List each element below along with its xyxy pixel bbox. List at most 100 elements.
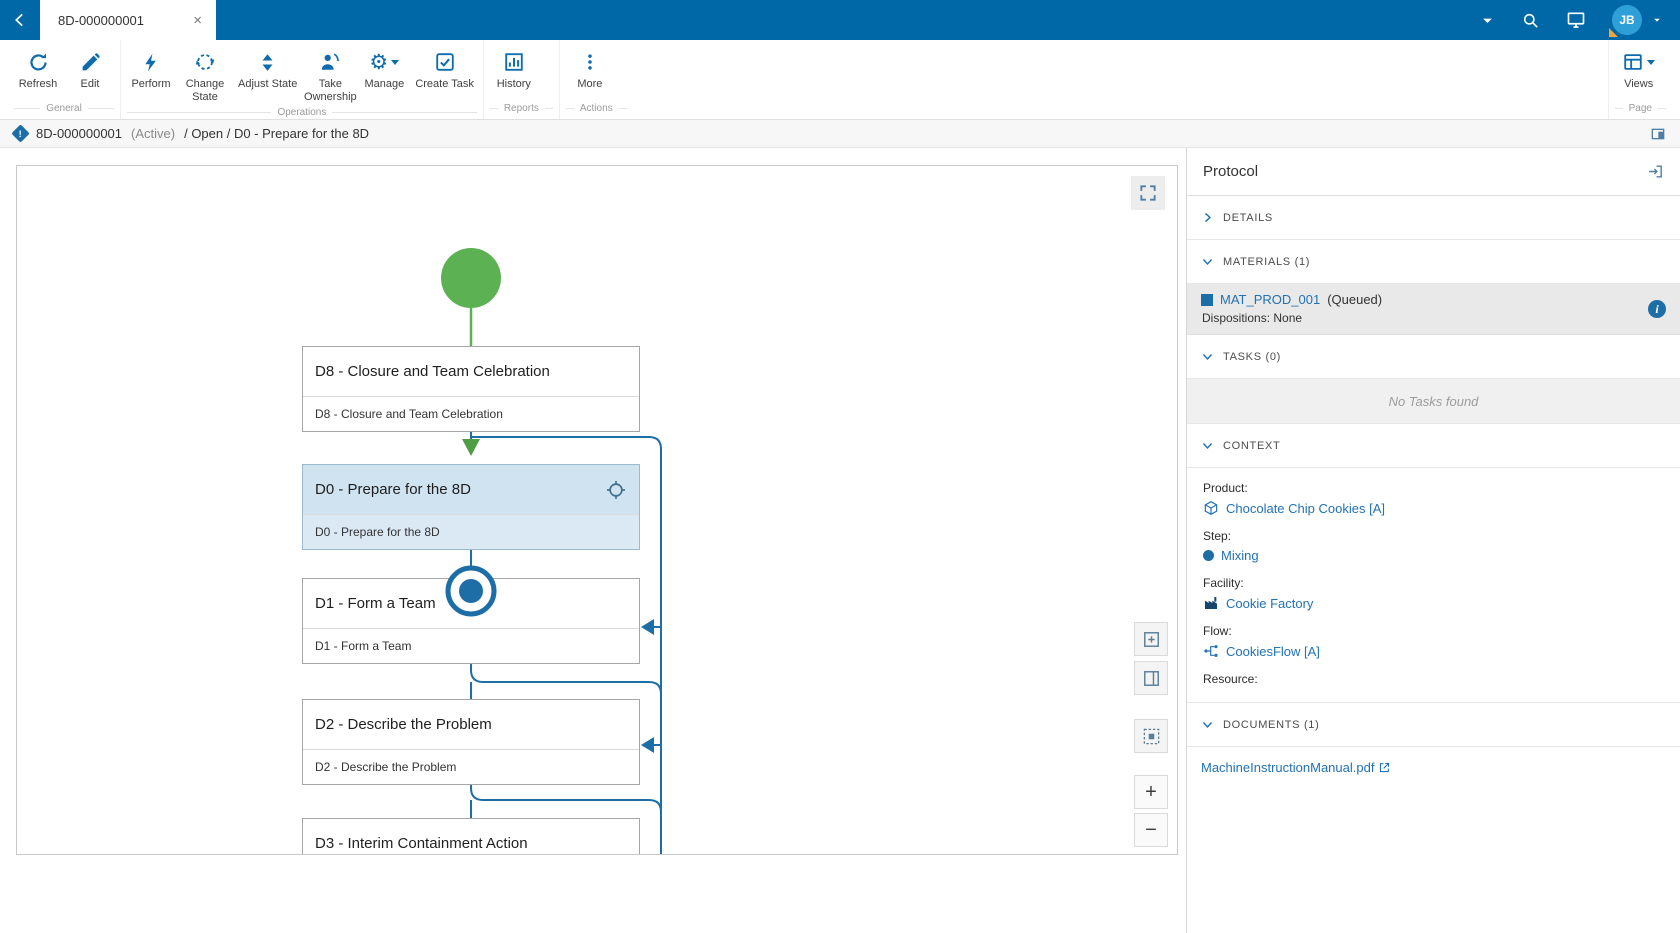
- chevron-down-icon: [1201, 439, 1214, 452]
- toolbar-group-label-general: General: [8, 101, 120, 119]
- material-link[interactable]: MAT_PROD_001: [1220, 292, 1320, 307]
- flow-node-d2[interactable]: D2 - Describe the Problem D2 - Describe …: [302, 699, 640, 785]
- avatar[interactable]: JB: [1612, 5, 1642, 35]
- fit-width-icon: [1142, 630, 1161, 649]
- toolbar-group-operations: Perform Change State Adjust State Take O…: [120, 40, 483, 119]
- flow-link[interactable]: CookiesFlow [A]: [1226, 644, 1320, 659]
- section-context-header[interactable]: CONTEXT: [1187, 424, 1680, 468]
- canvas-area: D8 - Closure and Team Celebration D8 - C…: [0, 148, 1186, 933]
- more-dots-icon: [580, 49, 600, 75]
- node-title: D2 - Describe the Problem: [315, 716, 492, 733]
- monitor-icon[interactable]: [1566, 10, 1586, 30]
- open-in-window-icon[interactable]: [1647, 163, 1664, 180]
- chevron-down-icon: [1201, 718, 1214, 731]
- node-title: D3 - Interim Containment Action: [315, 835, 528, 852]
- material-swatch-icon: [1201, 294, 1213, 306]
- section-documents-header[interactable]: DOCUMENTS (1): [1187, 703, 1680, 747]
- dispositions-value: None: [1273, 311, 1302, 325]
- external-link-icon: [1378, 761, 1391, 774]
- breadcrumb-record: 8D-000000001: [36, 126, 122, 141]
- breadcrumb: ! 8D-000000001 (Active) / Open / D0 - Pr…: [0, 120, 1680, 148]
- product-link[interactable]: Chocolate Chip Cookies [A]: [1226, 501, 1385, 516]
- section-details-header[interactable]: DETAILS: [1187, 196, 1680, 240]
- record-tab[interactable]: 8D-000000001 ×: [40, 0, 216, 40]
- task-checkbox-icon: [434, 49, 456, 75]
- document-item[interactable]: MachineInstructionManual.pdf: [1187, 747, 1680, 788]
- fit-width-button[interactable]: [1134, 622, 1168, 656]
- workflow-canvas[interactable]: D8 - Closure and Team Celebration D8 - C…: [16, 165, 1178, 855]
- history-button[interactable]: History: [488, 47, 540, 93]
- toolbar-group-general: Refresh Edit General: [8, 40, 120, 119]
- tab-title: 8D-000000001: [58, 13, 144, 28]
- refresh-icon: [27, 49, 50, 75]
- search-icon[interactable]: [1521, 11, 1540, 30]
- fullscreen-button[interactable]: [1131, 176, 1165, 210]
- take-ownership-button[interactable]: Take Ownership: [302, 47, 358, 105]
- avatar-initials: JB: [1619, 13, 1634, 27]
- fit-page-button[interactable]: [1134, 661, 1168, 695]
- toolbar-group-actions: More Actions: [559, 40, 633, 119]
- node-title: D1 - Form a Team: [315, 595, 436, 612]
- context-content: Product: Chocolate Chip Cookies [A] Step…: [1187, 468, 1680, 703]
- section-tasks-header[interactable]: TASKS (0): [1187, 335, 1680, 379]
- more-button[interactable]: More: [564, 47, 616, 93]
- breadcrumb-status: (Active): [131, 126, 175, 141]
- dispositions-label: Dispositions:: [1202, 311, 1270, 325]
- facility-link[interactable]: Cookie Factory: [1226, 596, 1313, 611]
- fullscreen-icon: [1138, 183, 1158, 203]
- views-button[interactable]: Views: [1613, 47, 1665, 93]
- change-state-icon: [194, 49, 216, 75]
- user-menu-caret-icon[interactable]: [1652, 15, 1662, 25]
- gear-icon: ⚙: [369, 52, 388, 73]
- node-subtitle: D8 - Closure and Team Celebration: [303, 397, 639, 431]
- flow-icon: [1203, 643, 1219, 659]
- flow-node-d1[interactable]: D1 - Form a Team D1 - Form a Team: [302, 578, 640, 664]
- chevron-down-icon: [1201, 255, 1214, 268]
- topbar-actions: JB: [1480, 5, 1680, 35]
- views-icon: [1622, 51, 1644, 73]
- flow-node-d3[interactable]: D3 - Interim Containment Action: [302, 818, 640, 855]
- record-status-icon: !: [11, 124, 29, 142]
- create-task-button[interactable]: Create Task: [410, 47, 479, 93]
- step-link[interactable]: Mixing: [1221, 548, 1259, 563]
- material-item[interactable]: MAT_PROD_001 (Queued) Dispositions: None…: [1187, 284, 1680, 335]
- bar-chart-icon: [503, 49, 525, 75]
- node-title: D8 - Closure and Team Celebration: [315, 363, 550, 380]
- top-bar: 8D-000000001 × JB: [0, 0, 1680, 40]
- adjust-state-button[interactable]: Adjust State: [233, 47, 302, 93]
- section-materials-header[interactable]: MATERIALS (1): [1187, 240, 1680, 284]
- zoom-out-button[interactable]: −: [1134, 813, 1168, 847]
- step-label: Step:: [1203, 529, 1664, 543]
- toolbar: Refresh Edit General Perform: [0, 40, 1680, 120]
- zoom-in-button[interactable]: +: [1134, 775, 1168, 809]
- resource-label: Resource:: [1203, 672, 1664, 686]
- fit-selection-icon: [1142, 727, 1161, 746]
- manage-button[interactable]: ⚙ Manage: [358, 47, 410, 93]
- toolbar-group-label-operations: Operations: [121, 105, 483, 123]
- facility-label: Facility:: [1203, 576, 1664, 590]
- crosshair-icon: [605, 479, 627, 501]
- edit-button[interactable]: Edit: [64, 47, 116, 93]
- views-caret-icon: [1647, 60, 1655, 65]
- start-node[interactable]: [441, 248, 501, 308]
- panel-toggle-icon[interactable]: [1650, 126, 1666, 142]
- document-link[interactable]: MachineInstructionManual.pdf: [1201, 760, 1374, 775]
- breadcrumb-path: / Open / D0 - Prepare for the 8D: [184, 126, 369, 141]
- flow-node-d8[interactable]: D8 - Closure and Team Celebration D8 - C…: [302, 346, 640, 432]
- node-title: D0 - Prepare for the 8D: [315, 481, 471, 498]
- perform-button[interactable]: Perform: [125, 47, 177, 93]
- node-subtitle: D2 - Describe the Problem: [303, 750, 639, 784]
- flow-label: Flow:: [1203, 624, 1664, 638]
- info-icon[interactable]: i: [1648, 300, 1666, 318]
- protocol-panel: Protocol DETAILS MATERIALS (1) MAT_PROD_…: [1186, 148, 1680, 933]
- tab-close-icon[interactable]: ×: [189, 12, 206, 29]
- flow-node-d0-current[interactable]: D0 - Prepare for the 8D D0 - Prepare for…: [302, 464, 640, 550]
- facility-icon: [1203, 595, 1219, 611]
- fit-selection-button[interactable]: [1134, 719, 1168, 753]
- main-content: D8 - Closure and Team Celebration D8 - C…: [0, 148, 1680, 933]
- back-button[interactable]: [0, 0, 40, 40]
- change-state-button[interactable]: Change State: [177, 47, 233, 105]
- refresh-button[interactable]: Refresh: [12, 47, 64, 93]
- lightning-icon: [141, 49, 162, 75]
- tab-list-dropdown-icon[interactable]: [1480, 13, 1495, 28]
